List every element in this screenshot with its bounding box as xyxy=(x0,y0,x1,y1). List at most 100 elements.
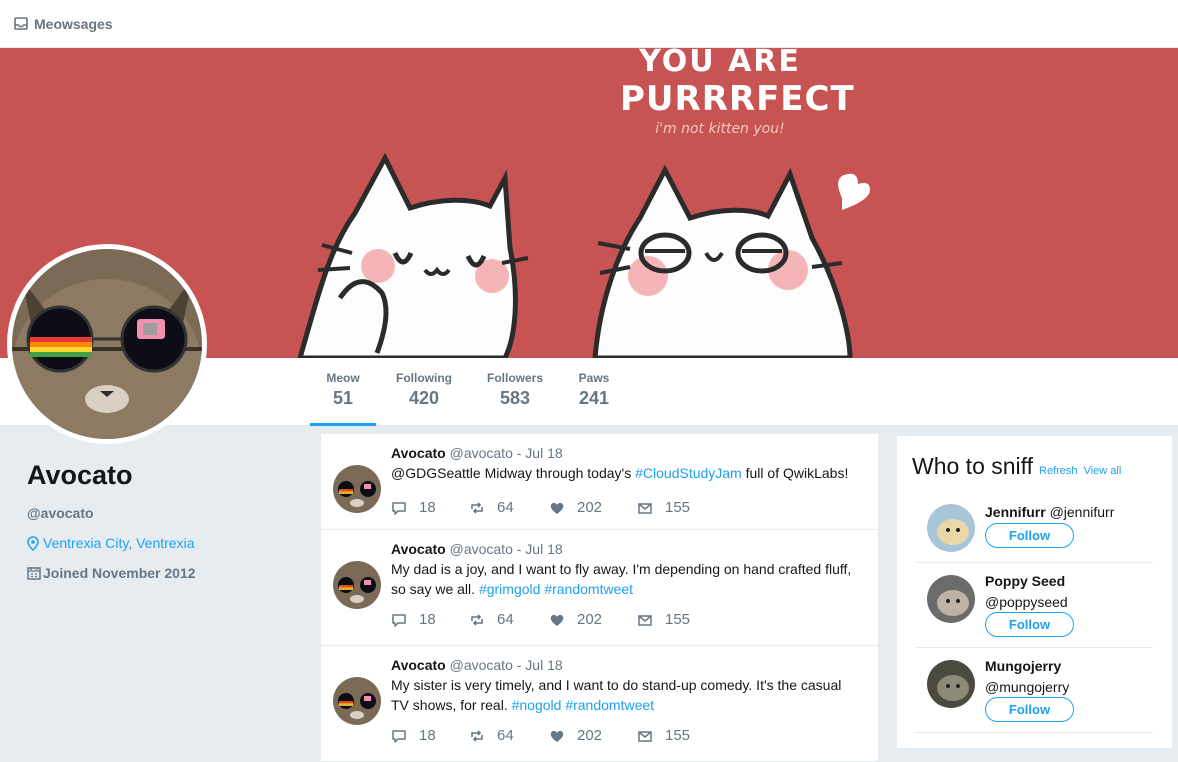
tweet-body: Avocato @avocato - Jul 18 My dad is a joy… xyxy=(391,541,862,599)
retweet-button[interactable]: 64 xyxy=(469,499,514,516)
suggestion-avatar[interactable] xyxy=(927,504,975,552)
banner-line-3: i'm not kitten you! xyxy=(655,121,785,137)
suggestion-item: Mungojerry @mungojerry Follow xyxy=(915,648,1153,733)
profile-joined: Joined November 2012 xyxy=(27,565,297,581)
follow-button[interactable]: Follow xyxy=(985,523,1074,548)
retweet-count: 64 xyxy=(497,499,514,516)
like-button[interactable]: 202 xyxy=(549,611,602,628)
retweet-icon xyxy=(471,501,483,514)
like-count: 202 xyxy=(577,499,603,516)
retweet-icon xyxy=(471,729,483,742)
like-icon xyxy=(550,502,564,514)
inbox-icon xyxy=(14,17,28,30)
profile-location-text: Ventrexia City, Ventrexia xyxy=(43,535,195,551)
banner-line-1: YOU ARE xyxy=(639,48,801,79)
tweet-body: Avocato @avocato - Jul 18 @GDGSeattle Mid… xyxy=(391,445,862,483)
stat-followers[interactable]: Followers 583 xyxy=(482,358,548,426)
tweet-text: My sister is very timely, and I want to … xyxy=(391,675,862,715)
tweet-author-name[interactable]: Avocato xyxy=(391,541,446,557)
tweet-body: Avocato @avocato - Jul 18 My sister is ve… xyxy=(391,657,862,715)
suggestion-name-line: Jennifurr @jennifurr xyxy=(985,504,1114,520)
message-count: 155 xyxy=(665,499,691,516)
retweet-button[interactable]: 64 xyxy=(469,727,514,744)
reply-button[interactable]: 18 xyxy=(391,499,436,516)
reply-button[interactable]: 18 xyxy=(391,727,436,744)
cat-avatar-image xyxy=(333,561,381,609)
like-icon xyxy=(550,614,564,626)
top-bar: Meowsages xyxy=(0,0,1178,48)
app-brand[interactable]: Meowsages xyxy=(14,16,113,32)
stat-label: Meow xyxy=(326,371,360,385)
tweet-author-name[interactable]: Avocato xyxy=(391,445,446,461)
hashtag-link[interactable]: #nogold xyxy=(512,697,562,713)
suggestion-avatar[interactable] xyxy=(927,575,975,623)
suggestion-avatar[interactable] xyxy=(927,660,975,708)
like-button[interactable]: 202 xyxy=(549,499,602,516)
stat-label: Following xyxy=(396,371,452,385)
stat-meow[interactable]: Meow 51 xyxy=(310,358,376,426)
stat-value: 420 xyxy=(408,388,440,408)
tweet-date[interactable]: - Jul 18 xyxy=(517,657,563,673)
tweet-avatar[interactable] xyxy=(333,465,381,513)
calendar-icon xyxy=(27,567,41,580)
profile-handle: @avocato xyxy=(27,505,94,521)
profile-location[interactable]: Ventrexia City, Ventrexia xyxy=(27,535,297,551)
suggestion-name-line: Poppy Seed @poppyseed xyxy=(985,573,1068,615)
follow-button[interactable]: Follow xyxy=(985,612,1074,637)
app-title: Meowsages xyxy=(34,15,113,32)
suggestion-item: Jennifurr @jennifurr Follow xyxy=(915,494,1153,563)
reply-count: 18 xyxy=(419,727,436,744)
view-all-link[interactable]: View all xyxy=(1084,465,1122,477)
suggestion-name[interactable]: Mungojerry xyxy=(985,658,1061,674)
profile-name: Avocato xyxy=(27,460,133,490)
tweet-meta: Avocato @avocato - Jul 18 xyxy=(391,657,862,673)
cat-avatar-image xyxy=(927,575,975,623)
reply-icon xyxy=(392,501,406,515)
stat-label: Followers xyxy=(486,371,543,385)
hashtag-link[interactable]: #randomtweet xyxy=(565,697,654,713)
message-icon xyxy=(638,614,652,626)
tweet-text-segment: @GDGSeattle Midway through today's xyxy=(391,465,636,481)
suggestion-name[interactable]: Jennifurr xyxy=(985,504,1046,520)
tweet-author-handle[interactable]: @avocato xyxy=(446,541,517,557)
reply-icon xyxy=(392,729,406,743)
suggestion-item: Poppy Seed @poppyseed Follow xyxy=(915,563,1153,648)
cat-avatar-image xyxy=(927,660,975,708)
hashtag-link[interactable]: #grimgold xyxy=(479,581,540,597)
reply-button[interactable]: 18 xyxy=(391,611,436,628)
stat-paws[interactable]: Paws 241 xyxy=(570,358,618,426)
suggestion-name[interactable]: Poppy Seed xyxy=(985,573,1065,589)
profile-card: Avocato @avocato Ventrexia City, Ventrex… xyxy=(27,460,297,581)
reply-count: 18 xyxy=(419,611,436,628)
tweet-text-segment: full of QwikLabs! xyxy=(741,465,849,481)
tweet-author-handle[interactable]: @avocato xyxy=(446,445,517,461)
tweet-avatar[interactable] xyxy=(333,677,381,725)
suggestion-handle: @mungojerry xyxy=(985,679,1070,695)
profile-avatar[interactable] xyxy=(7,244,207,444)
follow-button[interactable]: Follow xyxy=(985,697,1074,722)
cat-avatar-image xyxy=(333,465,381,513)
profile-joined-text: Joined November 2012 xyxy=(43,565,196,581)
stat-following[interactable]: Following 420 xyxy=(390,358,458,426)
message-button[interactable]: 155 xyxy=(637,611,690,628)
tweet-avatar[interactable] xyxy=(333,561,381,609)
message-button[interactable]: 155 xyxy=(637,727,690,744)
banner-text: YOU ARE PURRRFECT i'm not kitten you! xyxy=(620,48,854,137)
retweet-button[interactable]: 64 xyxy=(469,611,514,628)
message-button[interactable]: 155 xyxy=(637,499,690,516)
refresh-link[interactable]: Refresh xyxy=(1039,465,1078,477)
stat-label: Paws xyxy=(578,371,610,385)
hashtag-link[interactable]: #randomtweet xyxy=(544,581,633,597)
cat-avatar-image xyxy=(12,249,202,439)
tweet-author-name[interactable]: Avocato xyxy=(391,657,446,673)
tweet-date[interactable]: - Jul 18 xyxy=(517,541,563,557)
tweet-author-handle[interactable]: @avocato xyxy=(446,657,517,673)
message-count: 155 xyxy=(665,727,691,744)
who-to-sniff-panel: Who to sniff Refresh View all Jennifurr … xyxy=(897,436,1172,748)
suggestion-name-line: Mungojerry @mungojerry xyxy=(985,658,1069,700)
tweet-meta: Avocato @avocato - Jul 18 xyxy=(391,445,862,461)
hashtag-link[interactable]: #CloudStudyJam xyxy=(635,465,742,481)
reply-icon xyxy=(392,613,406,627)
tweet-date[interactable]: - Jul 18 xyxy=(517,445,563,461)
like-button[interactable]: 202 xyxy=(549,727,602,744)
